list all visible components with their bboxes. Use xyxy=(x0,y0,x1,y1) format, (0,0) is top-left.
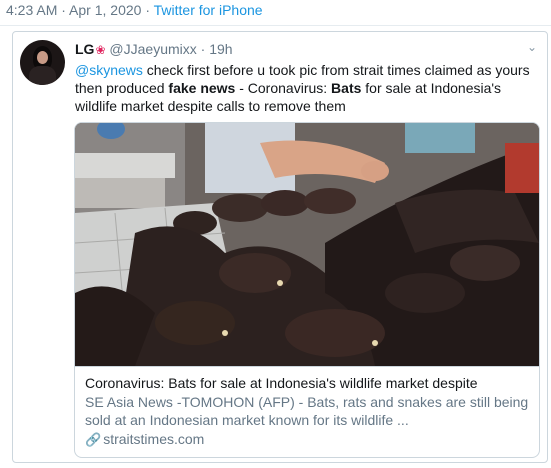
tweet-time[interactable]: 4:23 AM xyxy=(6,2,57,18)
link-domain: 🔗 straitstimes.com xyxy=(85,430,529,449)
user-handle[interactable]: @JJaeyumixx xyxy=(109,41,196,57)
text-part-2: - Coronavirus: xyxy=(235,80,332,96)
quoted-time[interactable]: 19h xyxy=(209,41,232,57)
display-name[interactable]: LG xyxy=(75,41,94,57)
time-separator: · xyxy=(196,41,210,57)
avatar-face xyxy=(37,51,48,64)
link-icon: 🔗 xyxy=(85,432,102,447)
chevron-down-icon[interactable]: ⌄ xyxy=(527,40,537,54)
tweet-meta-line: 4:23 AM · Apr 1, 2020 · Twitter for iPho… xyxy=(6,2,263,18)
link-preview-card[interactable]: Coronavirus: Bats for sale at Indonesia'… xyxy=(74,122,540,458)
bats-photo xyxy=(75,123,539,366)
text-bold-1: fake news xyxy=(168,80,236,96)
tweet-date[interactable]: Apr 1, 2020 xyxy=(69,2,141,18)
avatar-body xyxy=(29,66,56,85)
tweet-text: @skynews check first before u took pic f… xyxy=(75,61,543,115)
meta-separator-2: · xyxy=(141,2,154,18)
meta-separator: · xyxy=(57,2,70,18)
divider xyxy=(0,25,551,26)
text-bold-2: Bats xyxy=(331,80,362,96)
link-description: SE Asia News -TOMOHON (AFP) - Bats, rats… xyxy=(85,394,529,428)
flower-icon: ❀ xyxy=(95,43,106,57)
mention-link[interactable]: @skynews xyxy=(75,62,143,78)
link-preview-image[interactable] xyxy=(75,123,539,366)
avatar[interactable] xyxy=(20,40,65,85)
quoted-user-line: LG❀ @JJaeyumixx · 19h xyxy=(75,41,233,57)
tweet-source[interactable]: Twitter for iPhone xyxy=(154,2,263,18)
link-preview-body[interactable]: Coronavirus: Bats for sale at Indonesia'… xyxy=(75,366,539,457)
link-title[interactable]: Coronavirus: Bats for sale at Indonesia'… xyxy=(85,374,529,392)
link-domain-text: straitstimes.com xyxy=(103,431,205,447)
